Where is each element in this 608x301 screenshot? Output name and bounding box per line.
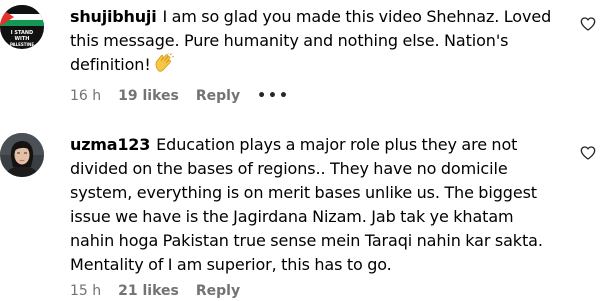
comment-username[interactable]: uzma123 [70,135,150,154]
comment-username[interactable]: shujibhuji [70,7,157,26]
avatar[interactable] [0,133,44,177]
clapping-hands-icon [153,52,175,80]
comment-meta: 16 h 19 likes Reply ••• [70,86,307,106]
comment-body: uzma123 Education plays a major role plus… [70,133,560,277]
reply-button[interactable]: Reply [196,88,240,104]
avatar-text-3: PALESTINE [10,42,34,47]
comment-time[interactable]: 16 h [70,88,101,104]
comment-likes[interactable]: 19 likes [118,88,179,104]
like-heart-icon[interactable] [580,16,596,32]
palestine-flag-icon: I STAND WITH PALESTINE [0,5,44,49]
comment-meta: 15 h 21 likes Reply [70,281,257,301]
comment-likes[interactable]: 21 likes [118,283,179,299]
like-heart-icon[interactable] [580,145,596,161]
comment-body: shujibhuji I am so glad you made this vid… [70,5,560,80]
profile-photo-icon [0,133,44,177]
avatar[interactable]: I STAND WITH PALESTINE [0,5,44,49]
comment-time[interactable]: 15 h [70,283,101,299]
comment-text: Education plays a major role plus they a… [70,135,543,274]
reply-button[interactable]: Reply [196,283,240,299]
more-options-icon[interactable]: ••• [257,88,290,104]
